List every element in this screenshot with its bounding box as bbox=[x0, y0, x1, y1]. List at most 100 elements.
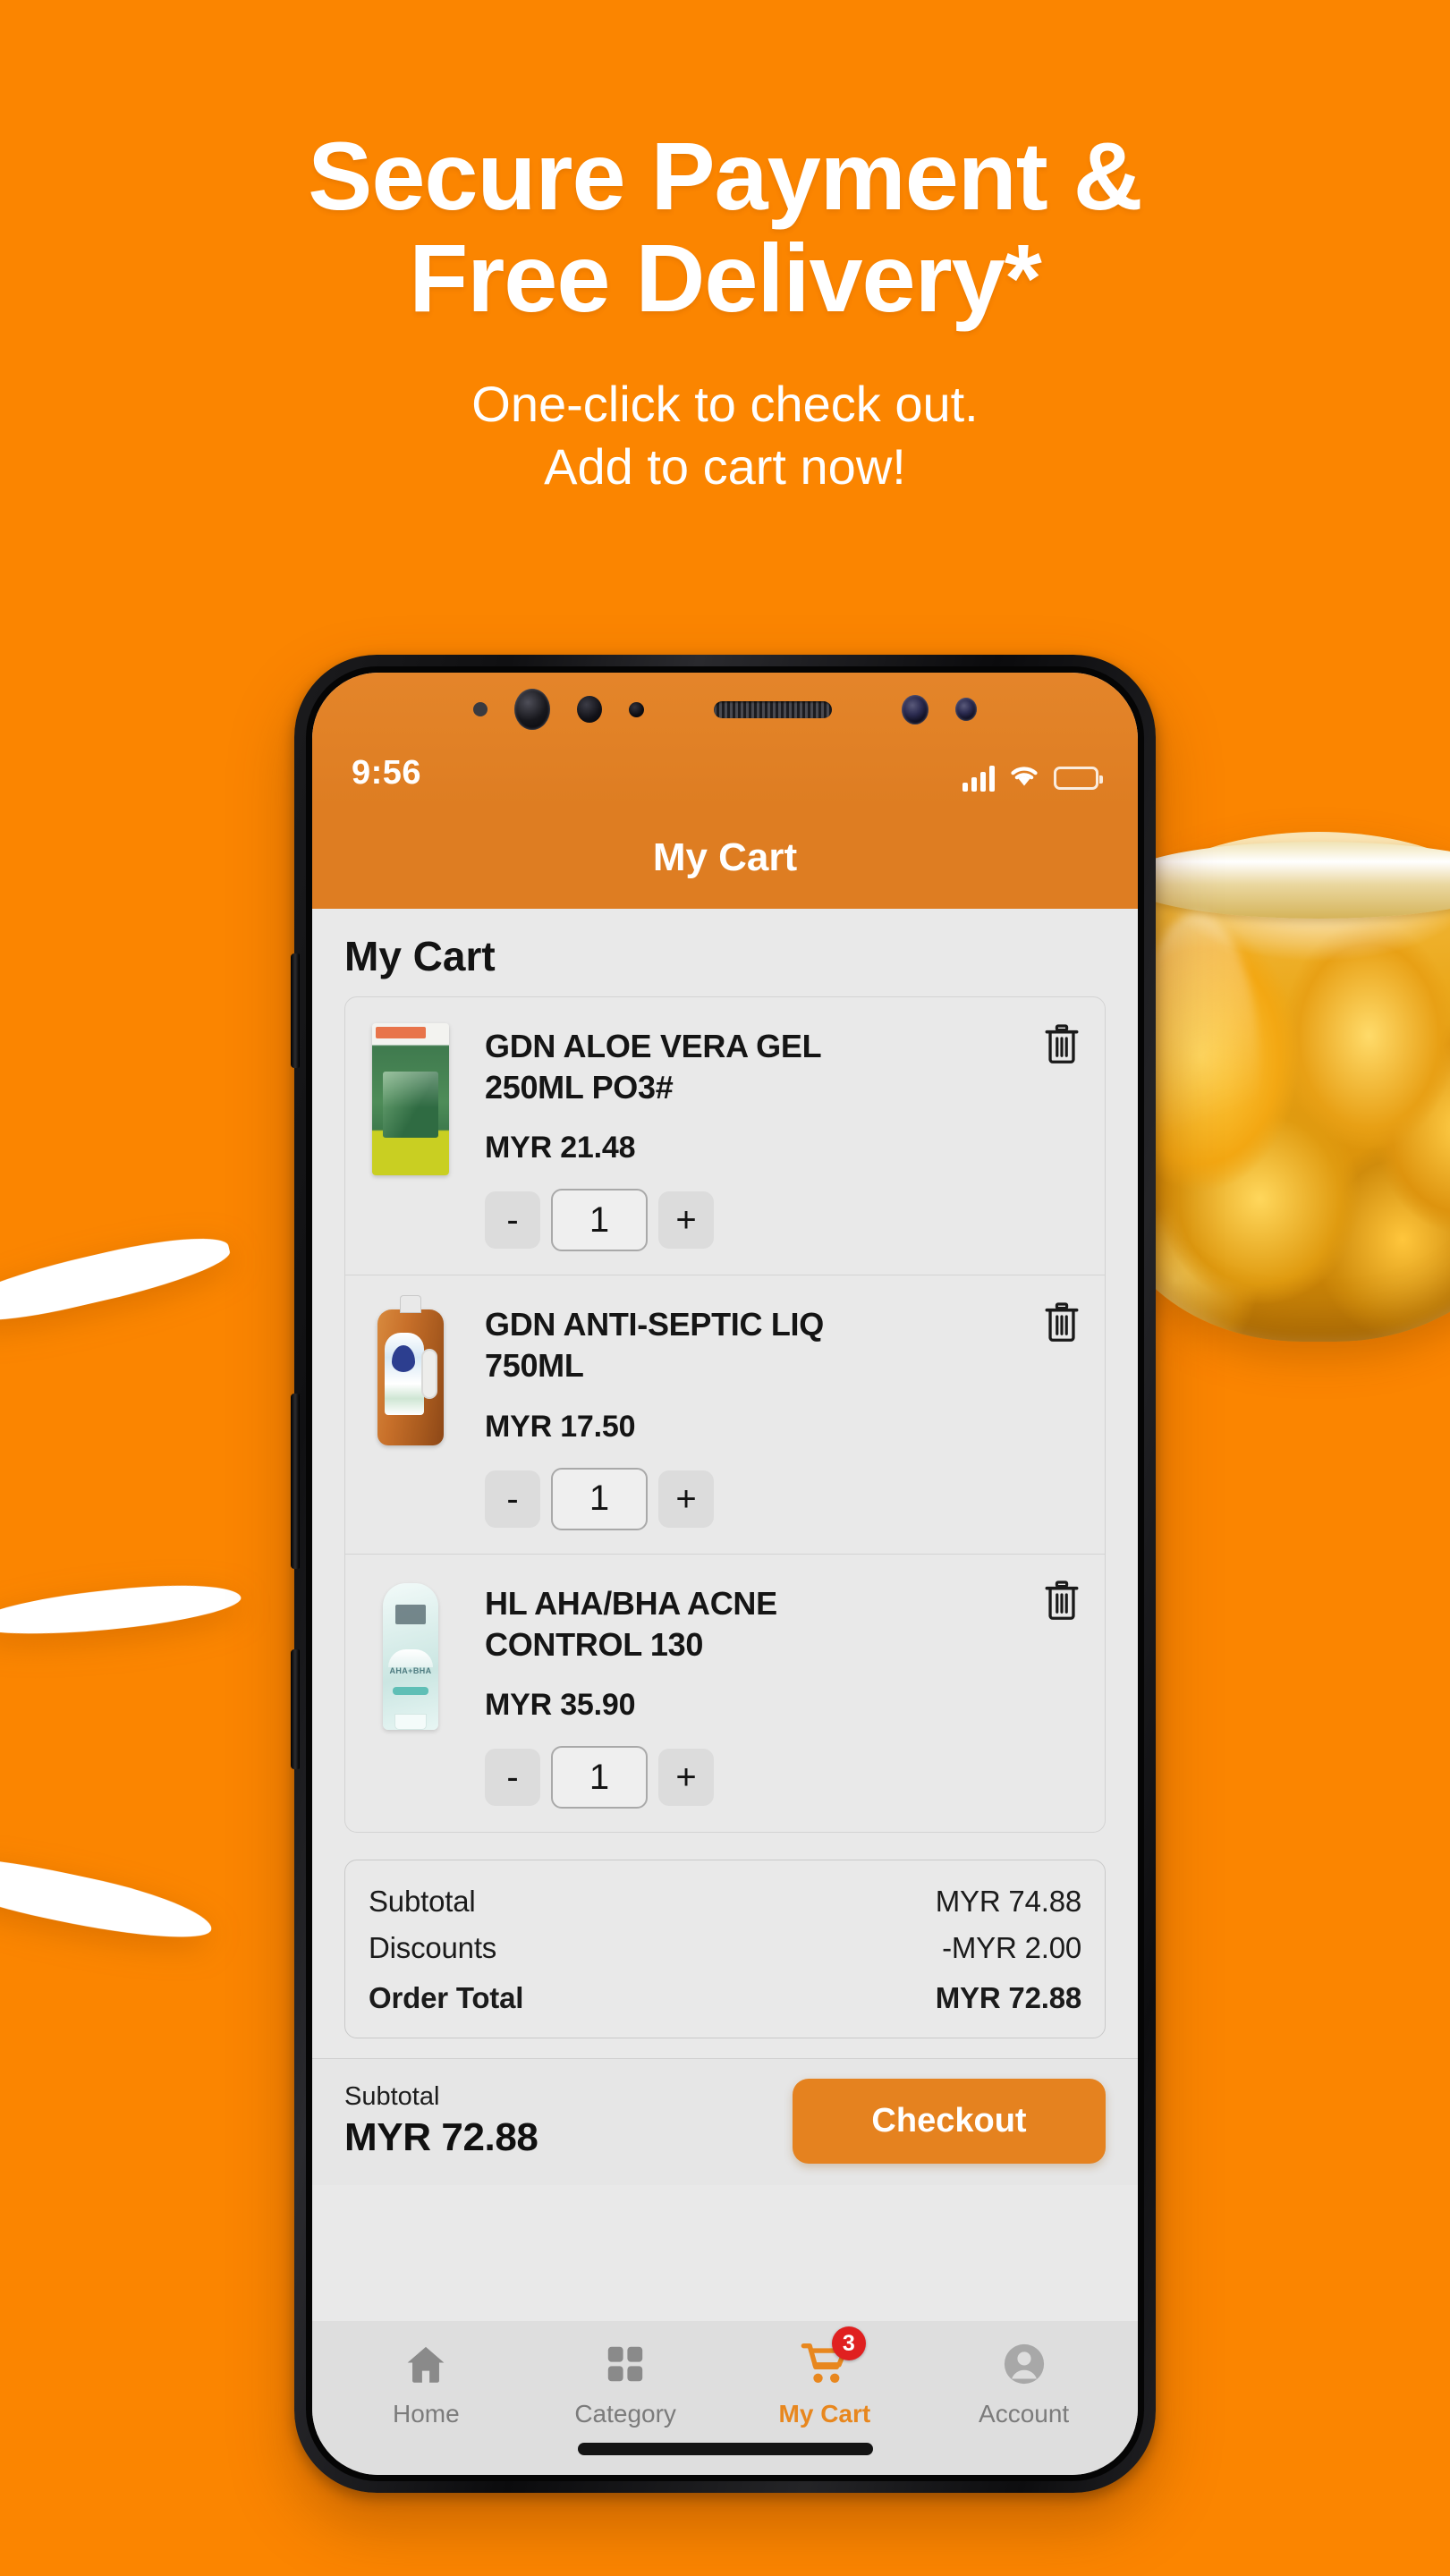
summary-discounts-value: -MYR 2.00 bbox=[942, 1931, 1081, 1965]
delete-item-button[interactable] bbox=[1039, 1021, 1085, 1071]
increment-quantity-button[interactable]: + bbox=[658, 1749, 714, 1807]
cart-item-row[interactable]: GDN ANTI-SEPTIC LIQ 750ML MYR 17.50 - 1 … bbox=[344, 1275, 1106, 1555]
quantity-value[interactable]: 1 bbox=[551, 1467, 648, 1530]
status-bar-time: 9:56 bbox=[352, 754, 422, 792]
summary-subtotal-value: MYR 74.88 bbox=[935, 1885, 1081, 1919]
home-indicator bbox=[312, 2437, 1138, 2475]
promo-headline-line-2: Free Delivery* bbox=[409, 224, 1041, 333]
quantity-value[interactable]: 1 bbox=[551, 1746, 648, 1809]
nav-item-my-cart[interactable]: 3 My Cart bbox=[725, 2326, 925, 2428]
antiseptic-bottle-image bbox=[377, 1309, 444, 1446]
summary-row-subtotal: Subtotal MYR 74.88 bbox=[369, 1878, 1081, 1925]
increment-quantity-button[interactable]: + bbox=[658, 1470, 714, 1528]
promo-headline-line-1: Secure Payment & bbox=[308, 122, 1142, 230]
delete-item-button[interactable] bbox=[1039, 1578, 1085, 1628]
nav-item-category[interactable]: Category bbox=[526, 2339, 725, 2428]
bottle-label-badge bbox=[392, 1345, 415, 1373]
promo-headline: Secure Payment & Free Delivery* bbox=[0, 122, 1450, 333]
decrement-quantity-button[interactable]: - bbox=[485, 1470, 540, 1528]
quantity-stepper: - 1 + bbox=[485, 1746, 1089, 1809]
checkout-subtotal-value: MYR 72.88 bbox=[344, 2115, 538, 2160]
cart-item-list: GDN ALOE VERA GEL 250ML PO3# MYR 21.48 -… bbox=[312, 996, 1138, 1834]
cart-item-name: HL AHA/BHA ACNE CONTROL 130 bbox=[485, 1584, 777, 1663]
cart-item-name: GDN ANTI-SEPTIC LIQ 750ML bbox=[485, 1306, 824, 1385]
nav-item-home[interactable]: Home bbox=[326, 2339, 526, 2428]
status-bar-icons bbox=[962, 764, 1103, 792]
promo-banner: Secure Payment & Free Delivery* One-clic… bbox=[0, 0, 1450, 2576]
delete-item-button[interactable] bbox=[1039, 1299, 1085, 1349]
cart-item-row[interactable]: GDN ALOE VERA GEL 250ML PO3# MYR 21.48 -… bbox=[344, 996, 1106, 1276]
increment-quantity-button[interactable]: + bbox=[658, 1191, 714, 1250]
cart-item-row[interactable]: AHA+BHA HL AHA/BHA ACNE CONTROL 130 MYR … bbox=[344, 1554, 1106, 1834]
capsule-jar-image bbox=[1108, 832, 1450, 1342]
cart-item-price: MYR 21.48 bbox=[485, 1131, 636, 1165]
cart-item-price: MYR 35.90 bbox=[485, 1688, 636, 1723]
promo-text-block: Secure Payment & Free Delivery* One-clic… bbox=[0, 0, 1450, 499]
status-bar: 9:56 bbox=[312, 673, 1138, 807]
cream-smear-decoration-1 bbox=[0, 1224, 234, 1335]
product-thumbnail: AHA+BHA bbox=[356, 1578, 465, 1735]
decrement-quantity-button[interactable]: - bbox=[485, 1191, 540, 1250]
app-header-title: My Cart bbox=[652, 835, 798, 879]
nav-item-account[interactable]: Account bbox=[924, 2339, 1124, 2428]
trash-icon bbox=[1043, 1302, 1081, 1346]
aha-bha-tube-image: AHA+BHA bbox=[383, 1582, 438, 1730]
tube-cap bbox=[394, 1713, 427, 1730]
summary-subtotal-label: Subtotal bbox=[369, 1885, 476, 1919]
order-summary-card: Subtotal MYR 74.88 Discounts -MYR 2.00 O… bbox=[344, 1860, 1106, 2039]
checkout-button[interactable]: Checkout bbox=[793, 2079, 1106, 2165]
trash-icon bbox=[1043, 1580, 1081, 1624]
tube-stripe bbox=[393, 1686, 428, 1695]
phone-mockup: 9:56 My Cart My Cart GDN ALOE VERA GEL 2… bbox=[291, 655, 1156, 2493]
signal-bars-icon bbox=[962, 765, 995, 792]
promo-subheadline-line-2: Add to cart now! bbox=[544, 438, 906, 496]
product-thumbnail bbox=[356, 1021, 465, 1178]
phone-side-button-top[interactable] bbox=[291, 953, 300, 1068]
promo-subheadline: One-click to check out. Add to cart now! bbox=[0, 373, 1450, 499]
summary-total-value: MYR 72.88 bbox=[935, 1981, 1081, 2015]
checkout-subtotal-label: Subtotal bbox=[344, 2082, 440, 2112]
cream-smear-decoration-2 bbox=[0, 1576, 243, 1644]
trash-icon bbox=[1043, 1023, 1081, 1068]
tube-label-text: AHA+BHA bbox=[389, 1666, 432, 1676]
cart-item-details: HL AHA/BHA ACNE CONTROL 130 MYR 35.90 - … bbox=[485, 1578, 1089, 1809]
nav-label-home: Home bbox=[393, 2400, 460, 2428]
phone-side-button-middle[interactable] bbox=[291, 1394, 300, 1569]
summary-total-label: Order Total bbox=[369, 1981, 524, 2015]
checkout-bar: Subtotal MYR 72.88 Checkout bbox=[312, 2058, 1138, 2186]
cart-icon: 3 bbox=[800, 2326, 866, 2389]
wifi-icon bbox=[1009, 764, 1039, 792]
product-thumbnail bbox=[356, 1299, 465, 1456]
cart-badge-count: 3 bbox=[831, 2326, 866, 2360]
grid-icon bbox=[600, 2339, 650, 2389]
promo-subheadline-line-1: One-click to check out. bbox=[471, 375, 979, 432]
cart-item-details: GDN ALOE VERA GEL 250ML PO3# MYR 21.48 -… bbox=[485, 1021, 1089, 1252]
cart-item-price: MYR 17.50 bbox=[485, 1409, 636, 1444]
app-content: My Cart GDN ALOE VERA GEL 250ML PO3# MYR… bbox=[312, 909, 1138, 2321]
phone-screen: 9:56 My Cart My Cart GDN ALOE VERA GEL 2… bbox=[312, 673, 1138, 2475]
cream-smear-decoration-3 bbox=[0, 1843, 217, 1953]
phone-bezel: 9:56 My Cart My Cart GDN ALOE VERA GEL 2… bbox=[306, 666, 1144, 2481]
nav-label-account: Account bbox=[979, 2400, 1070, 2428]
summary-row-discounts: Discounts -MYR 2.00 bbox=[369, 1925, 1081, 1971]
nav-label-category: Category bbox=[574, 2400, 676, 2428]
page-title: My Cart bbox=[344, 933, 496, 979]
summary-row-order-total: Order Total MYR 72.88 bbox=[369, 1971, 1081, 2021]
nav-label-my-cart: My Cart bbox=[778, 2400, 871, 2428]
checkout-subtotal-block: Subtotal MYR 72.88 bbox=[344, 2082, 538, 2160]
decrement-quantity-button[interactable]: - bbox=[485, 1749, 540, 1807]
quantity-value[interactable]: 1 bbox=[551, 1189, 648, 1252]
aloe-vera-gel-carton-image bbox=[372, 1023, 449, 1175]
quantity-stepper: - 1 + bbox=[485, 1467, 1089, 1530]
bottom-navigation-bar: Home Category 3 My Cart Account bbox=[312, 2321, 1138, 2437]
quantity-stepper: - 1 + bbox=[485, 1189, 1089, 1252]
bottle-handle bbox=[421, 1349, 437, 1400]
home-indicator-bar[interactable] bbox=[577, 2443, 873, 2455]
person-icon bbox=[999, 2339, 1049, 2389]
cart-item-name: GDN ALOE VERA GEL 250ML PO3# bbox=[485, 1028, 821, 1106]
phone-side-button-bottom[interactable] bbox=[291, 1649, 300, 1769]
summary-discounts-label: Discounts bbox=[369, 1931, 497, 1965]
home-icon bbox=[401, 2339, 451, 2389]
battery-icon bbox=[1054, 767, 1103, 790]
cart-item-details: GDN ANTI-SEPTIC LIQ 750ML MYR 17.50 - 1 … bbox=[485, 1299, 1089, 1530]
